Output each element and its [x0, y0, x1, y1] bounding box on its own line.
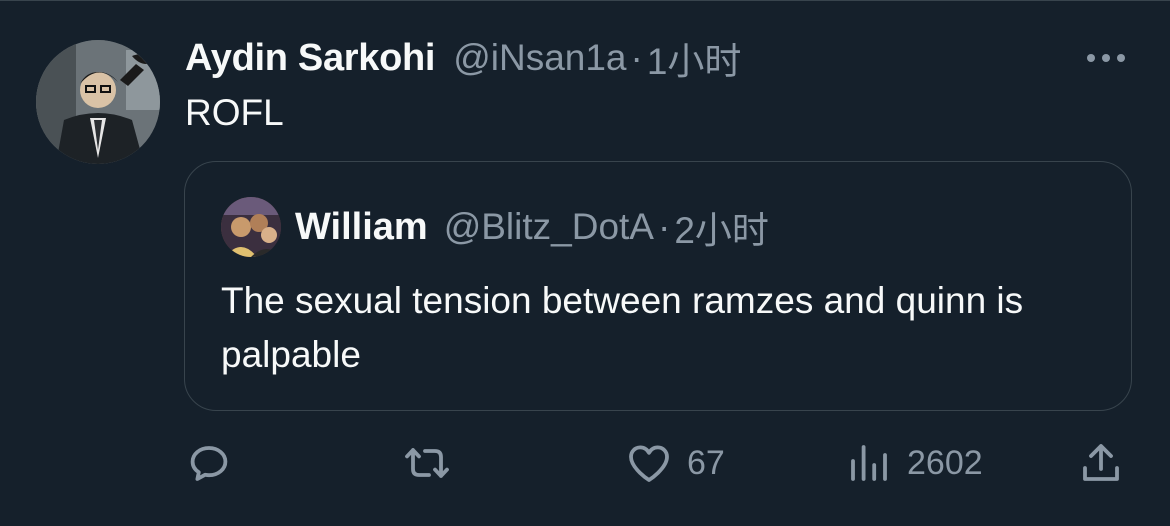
author-name[interactable]: Aydin Sarkohi	[185, 37, 436, 80]
separator: ·	[630, 37, 643, 78]
views-icon	[851, 445, 887, 481]
like-button[interactable]: 67	[625, 435, 725, 491]
quoted-author-name[interactable]: William	[295, 206, 428, 249]
quoted-header: William @Blitz_DotA · 2小时	[295, 204, 769, 252]
views-count: 2602	[907, 443, 983, 482]
share-icon	[1083, 444, 1119, 481]
views-button[interactable]: 2602	[845, 435, 983, 491]
tweet-text: ROFL	[185, 92, 284, 133]
avatar[interactable]	[36, 40, 160, 164]
more-dot-icon	[1117, 54, 1125, 62]
action-bar: 67 2602	[185, 435, 1135, 491]
more-dot-icon	[1087, 54, 1095, 62]
quoted-timestamp[interactable]: 2小时	[674, 200, 769, 254]
reply-icon	[190, 446, 228, 481]
avatar-image	[36, 40, 160, 164]
retweet-button[interactable]	[403, 435, 451, 491]
separator: ·	[657, 206, 671, 247]
like-count: 67	[687, 443, 725, 482]
more-dot-icon	[1102, 54, 1110, 62]
heart-icon	[629, 445, 669, 482]
tweet-header: Aydin Sarkohi @iNsan1a · 1小时	[185, 36, 741, 83]
quoted-tweet[interactable]: William @Blitz_DotA · 2小时 The sexual ten…	[184, 161, 1132, 411]
reply-button[interactable]	[185, 435, 233, 491]
author-handle[interactable]: @iNsan1a	[453, 37, 626, 79]
retweet-icon	[405, 448, 449, 478]
tweet[interactable]: Aydin Sarkohi @iNsan1a · 1小时 ROFL Willia…	[0, 0, 1170, 526]
share-button[interactable]	[1077, 435, 1125, 491]
divider	[0, 0, 1170, 1]
quoted-avatar[interactable]	[221, 197, 281, 257]
more-options-button[interactable]	[1080, 40, 1132, 76]
quoted-text: The sexual tension between ramzes and qu…	[221, 280, 1024, 375]
timestamp[interactable]: 1小时	[647, 31, 742, 85]
quoted-avatar-image	[221, 197, 281, 257]
quoted-author-handle[interactable]: @Blitz_DotA	[444, 206, 654, 248]
